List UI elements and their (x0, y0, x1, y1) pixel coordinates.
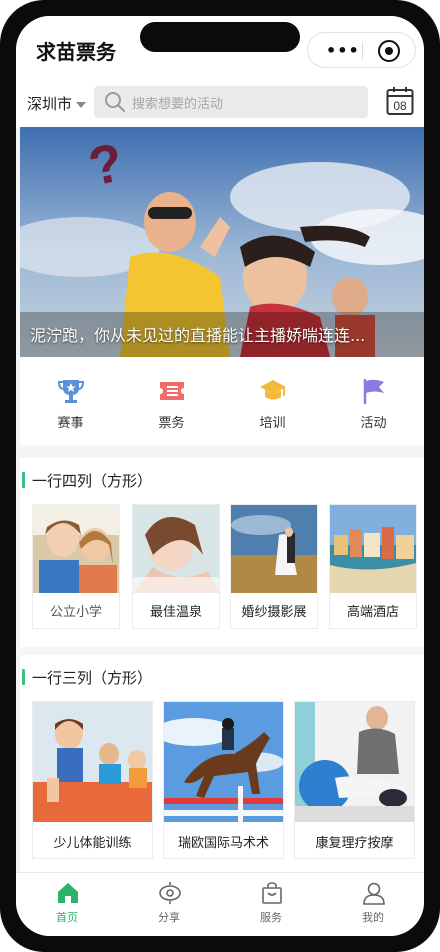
grid-card[interactable]: 高端酒店 (329, 504, 417, 629)
search-icon (105, 92, 125, 112)
bottom-tab-bar: 首页 分享 服务 我的 (16, 872, 424, 936)
user-icon (363, 882, 385, 905)
card-label: 康复理疗按摩 (315, 836, 394, 851)
card-image (33, 702, 152, 822)
category-item-events[interactable]: 赛事 (20, 357, 121, 445)
category-item-training[interactable]: 培训 (222, 357, 323, 445)
banner-caption: 泥泞跑，你从未见过的直播能让主播娇喘连连... (30, 326, 366, 345)
tab-label: 首页 (56, 911, 78, 924)
city-name: 深圳市 (27, 95, 73, 113)
caret-down-icon (76, 101, 87, 108)
card-image (231, 505, 317, 593)
category-item-activities[interactable]: 活动 (323, 357, 424, 445)
card-image (133, 505, 219, 593)
tab-home[interactable]: 首页 (16, 873, 118, 936)
tab-label: 分享 (158, 911, 180, 924)
card-image (164, 702, 283, 822)
category-label: 赛事 (57, 416, 84, 431)
card-image (295, 702, 414, 822)
search-row: 深圳市 搜索想要的活动 08 (16, 86, 424, 128)
search-placeholder: 搜索想要的活动 (132, 97, 224, 112)
phone-frame: 求苗票务 ••• 深圳市 搜索想要的活动 08 ? 泥泞跑，你从未见过的直播能让… (0, 0, 440, 952)
tab-share[interactable]: 分享 (118, 873, 220, 936)
tab-label: 我的 (362, 911, 384, 924)
card-label: 高端酒店 (346, 605, 399, 620)
card-image (33, 505, 119, 593)
ticket-icon (160, 382, 184, 400)
carousel-indicator (210, 348, 235, 357)
share-icon (159, 882, 181, 904)
banner-carousel[interactable]: ? 泥泞跑，你从未见过的直播能让主播娇喘连连... (20, 127, 424, 357)
section-title: 一行三列（方形） (20, 667, 152, 687)
card-label: 瑞欧国际马术术 (177, 836, 269, 851)
section-title: 一行四列（方形） (20, 470, 152, 490)
card-label: 少儿体能训练 (53, 836, 132, 851)
flag-icon (363, 378, 384, 405)
grid-card[interactable]: 公立小学 (32, 504, 120, 629)
tab-label: 服务 (260, 911, 282, 924)
category-label: 票务 (158, 416, 185, 431)
capsule-divider (362, 42, 363, 60)
tab-profile[interactable]: 我的 (322, 873, 424, 936)
graduation-cap-icon (260, 380, 286, 400)
grid-card[interactable]: 最佳温泉 (132, 504, 220, 629)
trophy-icon (57, 380, 85, 403)
more-menu-button[interactable]: ••• (326, 41, 360, 60)
close-mini-program-icon[interactable] (378, 40, 400, 62)
camera-notch (140, 22, 300, 52)
mini-program-capsule: ••• (307, 32, 416, 68)
grid-card[interactable]: 婚纱摄影展 (230, 504, 318, 629)
city-selector[interactable]: 深圳市 (27, 93, 87, 114)
calendar-day: 08 (393, 99, 407, 113)
tab-services[interactable]: 服务 (220, 873, 322, 936)
category-label: 活动 (360, 416, 387, 431)
section-three-columns: 一行三列（方形） 少儿体能训练 瑞欧国际马术术 康复理疗按摩 (20, 655, 424, 872)
app-screen: 求苗票务 ••• 深圳市 搜索想要的活动 08 ? 泥泞跑，你从未见过的直播能让… (16, 16, 424, 936)
category-grid: 赛事 票务 培训 活动 (20, 357, 424, 445)
card-label: 最佳温泉 (149, 605, 202, 620)
category-item-tickets[interactable]: 票务 (121, 357, 222, 445)
grid-card[interactable]: 少儿体能训练 (32, 701, 153, 859)
search-input[interactable]: 搜索想要的活动 (94, 86, 368, 118)
card-label: 公立小学 (49, 605, 102, 620)
category-label: 培训 (259, 416, 286, 431)
app-title: 求苗票务 (36, 40, 116, 64)
card-label: 婚纱摄影展 (241, 605, 307, 620)
home-icon (58, 883, 78, 903)
grid-card[interactable]: 康复理疗按摩 (294, 701, 415, 859)
card-image (330, 505, 416, 593)
calendar-icon[interactable]: 08 (386, 86, 414, 116)
bag-icon (262, 882, 282, 904)
section-four-columns: 一行四列（方形） 公立小学 最佳温泉 婚纱摄影展 高端酒店 (20, 458, 424, 647)
grid-card[interactable]: 瑞欧国际马术术 (163, 701, 284, 859)
